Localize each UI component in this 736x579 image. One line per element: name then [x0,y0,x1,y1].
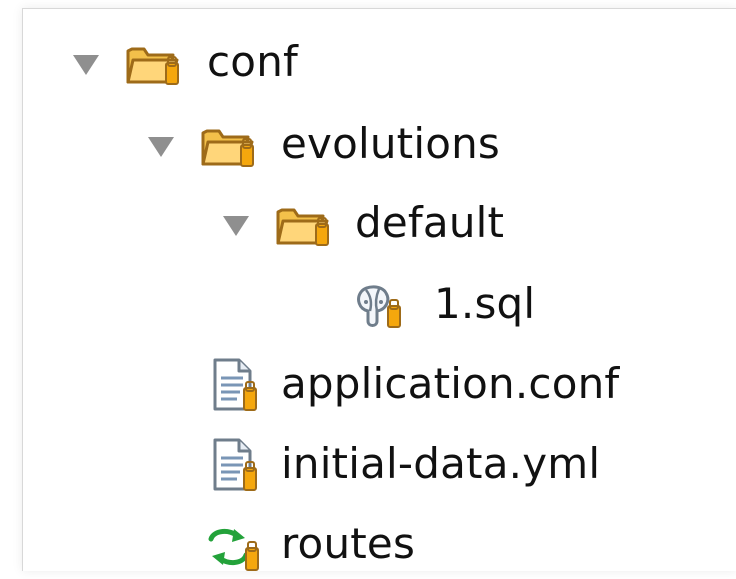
tree-item-label: application.conf [281,359,620,408]
expanded-triangle-icon[interactable] [73,55,99,75]
expanded-triangle-icon[interactable] [223,216,249,236]
tree-item-label: routes [281,519,416,568]
tree-item-evolutions[interactable]: evolutions [23,113,563,175]
routes-file-icon [201,521,263,575]
tree-item-label: conf [207,37,298,86]
tree-item-label: evolutions [281,119,501,168]
folder-icon [124,39,186,93]
folder-icon [199,121,261,175]
text-file-icon [207,357,269,411]
database-file-icon [348,280,410,334]
project-explorer-tree: conf evolutions default 1.sql applicatio… [23,9,736,571]
tree-item-label: default [355,198,505,247]
tree-item-default[interactable]: default [23,192,543,254]
tree-item-conf[interactable]: conf [23,31,353,93]
tree-item-1-sql[interactable]: 1.sql [23,273,583,335]
file-tree-panel: conf evolutions default 1.sql applicatio… [22,8,736,571]
tree-item-label: 1.sql [434,279,536,328]
expanded-triangle-icon[interactable] [148,137,174,157]
folder-icon [274,200,336,254]
tree-item-initial-data-yml[interactable]: initial-data.yml [23,433,713,495]
tree-item-application-conf[interactable]: application.conf [23,353,723,415]
tree-item-routes[interactable]: routes [23,513,483,575]
tree-item-label: initial-data.yml [281,439,601,488]
text-file-icon [207,437,269,491]
